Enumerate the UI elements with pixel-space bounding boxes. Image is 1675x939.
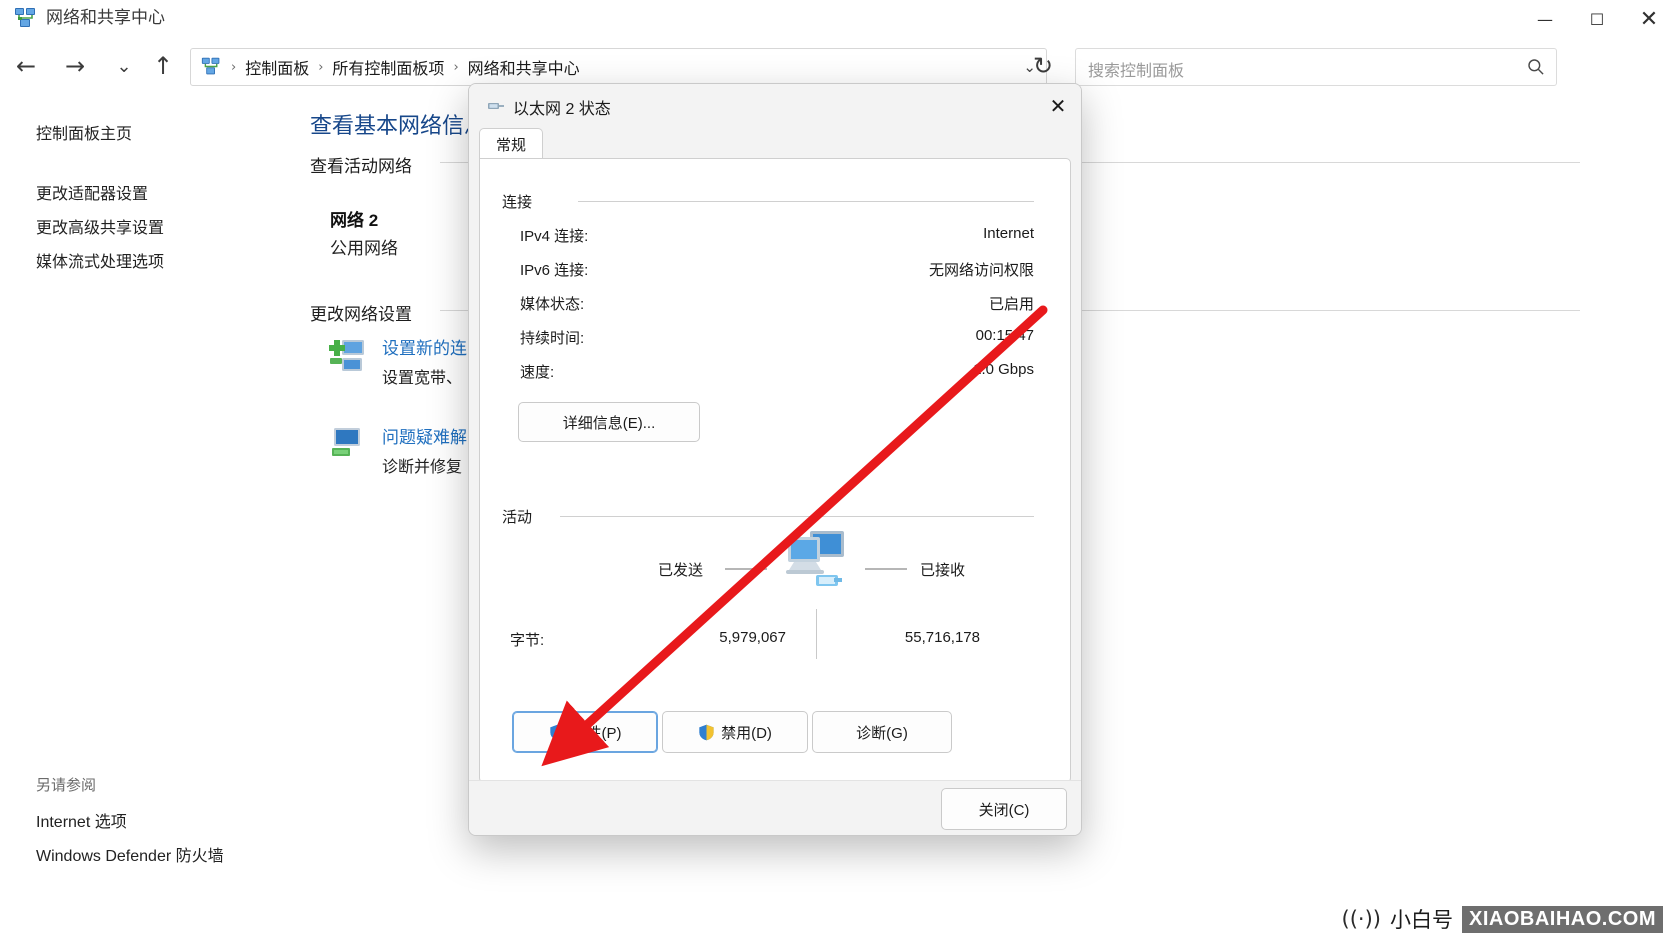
sidebar-item-change-adapter[interactable]: 更改适配器设置 [36, 180, 148, 204]
details-button-label: 详细信息(E)... [562, 414, 656, 432]
breadcrumb-network-icon [201, 57, 220, 75]
breadcrumb: › 控制面板 › 所有控制面板项 › 网络和共享中心 [231, 49, 580, 85]
dialog-tabstrip: 常规 [469, 128, 1081, 159]
bytes-label: 字节: [510, 632, 545, 649]
search-placeholder: 搜索控制面板 [1088, 63, 1185, 80]
duration-label: 持续时间: [520, 330, 585, 347]
properties-button-label: 属性(P) [571, 724, 622, 742]
connection-group-label: 连接 [502, 194, 533, 211]
refresh-button[interactable]: ↻ [1023, 46, 1063, 86]
page-title: 查看基本网络信息 [310, 113, 487, 138]
activity-divider [816, 609, 817, 659]
brand-name-cn: 小白号 [1390, 909, 1453, 932]
site-brand: ((·)) 小白号 XIAOBAIHAO.COM [1327, 899, 1675, 939]
wifi-signal-icon: ((·)) [1341, 907, 1381, 931]
search-input[interactable]: 搜索控制面板 [1075, 48, 1557, 86]
sidebar-item-advanced-sharing[interactable]: 更改高级共享设置 [36, 214, 164, 238]
breadcrumb-separator-2: › [453, 59, 459, 75]
dialog-footer: 关闭(C) [469, 780, 1081, 835]
uac-shield-icon [699, 724, 714, 740]
dialog-close-icon[interactable]: ✕ [1035, 84, 1081, 128]
desc-setup-new-connection: 设置宽带、 [382, 370, 463, 387]
active-networks-heading: 查看活动网络 [310, 157, 412, 176]
details-button[interactable]: 详细信息(E)... [518, 402, 700, 442]
disable-button[interactable]: 禁用(D) [662, 711, 808, 753]
change-settings-heading: 更改网络设置 [310, 305, 412, 324]
breadcrumb-separator-0: › [231, 59, 237, 75]
close-dialog-button-label: 关闭(C) [978, 801, 1030, 819]
media-state-label: 媒体状态: [520, 296, 585, 313]
ipv4-value: Internet [983, 225, 1034, 242]
ethernet-icon [488, 103, 504, 109]
dialog-title: 以太网 2 状态 [513, 101, 611, 118]
network-sharing-icon [15, 8, 35, 27]
breadcrumb-item-1[interactable]: 所有控制面板项 [332, 55, 444, 79]
search-icon[interactable] [1526, 57, 1546, 77]
sidebar-see-also-heading: 另请参阅 [36, 777, 97, 794]
speed-value: 1.0 Gbps [973, 361, 1034, 378]
sent-label: 已发送 [658, 562, 704, 579]
window-controls: — ☐ ✕ [1519, 0, 1675, 38]
sidebar-item-internet-options[interactable]: Internet 选项 [36, 808, 127, 832]
breadcrumb-separator-1: › [318, 59, 324, 75]
desc-troubleshoot: 诊断并修复 [382, 459, 463, 476]
activity-group-rule [560, 516, 1034, 517]
brand-name-en: XIAOBAIHAO.COM [1462, 905, 1663, 933]
window-title: 网络和共享中心 [46, 8, 165, 27]
received-dash [865, 568, 907, 570]
sidebar-item-control-panel-home[interactable]: 控制面板主页 [36, 120, 132, 144]
back-button[interactable]: ← [6, 46, 46, 86]
ipv6-label: IPv6 连接: [520, 262, 589, 279]
window-title-bar: 网络和共享中心 — ☐ ✕ [0, 0, 1675, 38]
breadcrumb-item-2[interactable]: 网络和共享中心 [468, 55, 580, 79]
ipv6-value: 无网络访问权限 [928, 262, 1034, 279]
diagnose-button-label: 诊断(G) [856, 724, 908, 742]
dialog-tab-pane: 连接 IPv4 连接: Internet IPv6 连接: 无网络访问权限 媒体… [479, 158, 1071, 783]
speed-label: 速度: [520, 364, 555, 381]
uac-shield-icon [549, 724, 565, 740]
network-name: 网络 2 [330, 211, 379, 230]
new-connection-icon [329, 340, 364, 371]
link-setup-new-connection[interactable]: 设置新的连 [382, 334, 467, 359]
diagnose-button[interactable]: 诊断(G) [812, 711, 952, 753]
sent-dash [725, 568, 767, 570]
maximize-button[interactable]: ☐ [1571, 0, 1623, 38]
close-window-button[interactable]: ✕ [1623, 0, 1675, 38]
minimize-button[interactable]: — [1519, 0, 1571, 38]
close-dialog-button[interactable]: 关闭(C) [941, 788, 1067, 830]
duration-value: 00:15:47 [975, 327, 1034, 344]
tab-general[interactable]: 常规 [479, 128, 544, 159]
dialog-title-bar: 以太网 2 状态 ✕ [469, 84, 1081, 128]
activity-group-label: 活动 [502, 509, 533, 526]
recent-locations-button[interactable]: ⌄ [104, 46, 144, 86]
address-bar[interactable]: › 控制面板 › 所有控制面板项 › 网络和共享中心 ⌄ [190, 48, 1047, 86]
forward-button[interactable]: → [55, 46, 95, 86]
connection-group-rule [578, 201, 1034, 202]
media-state-value: 已启用 [988, 296, 1034, 313]
two-computers-icon [786, 531, 844, 586]
received-label: 已接收 [920, 562, 966, 579]
ethernet-status-dialog: 以太网 2 状态 ✕ 常规 连接 IPv4 连接: Internet IPv6 … [468, 83, 1082, 836]
ipv4-label: IPv4 连接: [520, 228, 589, 245]
link-troubleshoot[interactable]: 问题疑难解 [382, 423, 467, 448]
sidebar-item-windows-defender-firewall[interactable]: Windows Defender 防火墙 [36, 842, 224, 866]
sidebar: 控制面板主页 更改适配器设置 更改高级共享设置 媒体流式处理选项 另请参阅 In… [0, 94, 224, 939]
bytes-received-value: 55,716,178 [904, 629, 980, 646]
troubleshoot-icon [332, 428, 360, 456]
bytes-sent-value: 5,979,067 [719, 629, 786, 646]
up-button[interactable]: ↑ [143, 46, 183, 86]
sidebar-item-media-streaming[interactable]: 媒体流式处理选项 [36, 248, 164, 272]
breadcrumb-item-0[interactable]: 控制面板 [245, 55, 309, 79]
disable-button-label: 禁用(D) [721, 724, 772, 742]
properties-button[interactable]: 属性(P) [512, 711, 658, 753]
network-type: 公用网络 [330, 239, 398, 258]
